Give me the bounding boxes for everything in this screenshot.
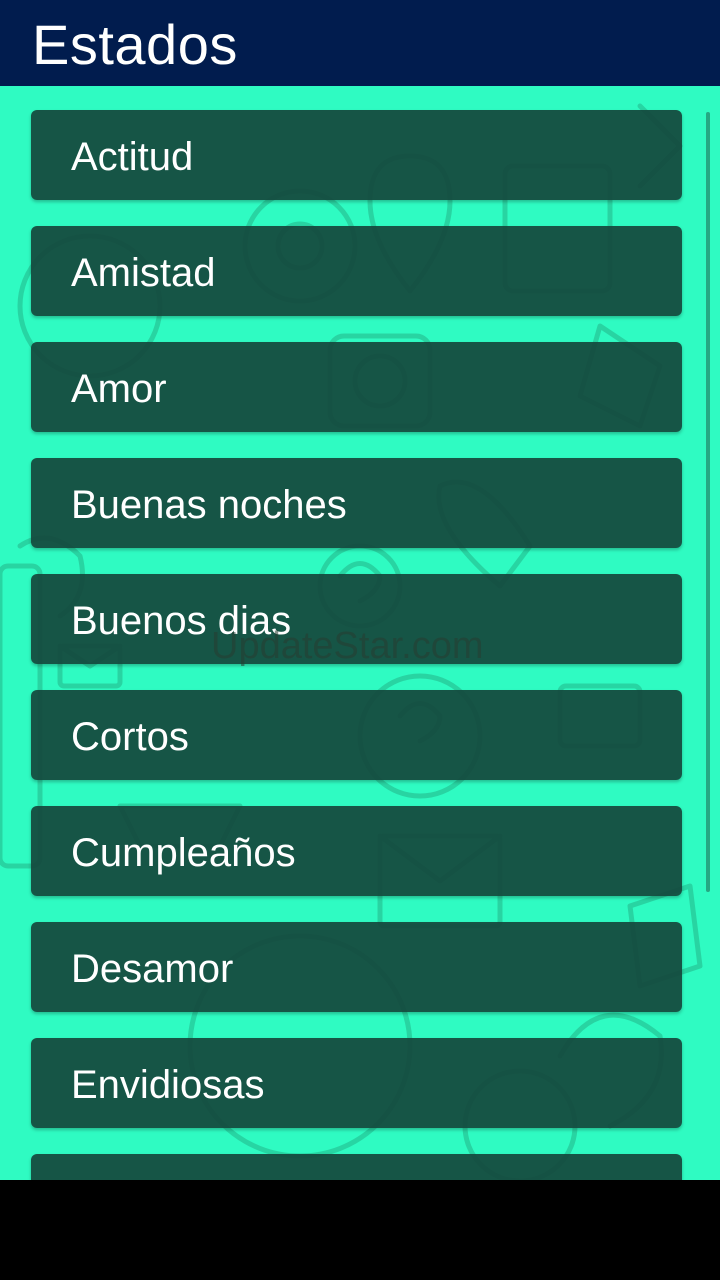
list-item[interactable]: Buenos dias — [31, 574, 682, 664]
list-item[interactable] — [31, 1154, 682, 1180]
categories-panel[interactable]: Actitud Amistad Amor Buenas noches Bueno… — [0, 86, 720, 1180]
list-item[interactable]: Envidiosas — [31, 1038, 682, 1128]
list-item-label: Actitud — [71, 135, 194, 179]
list-item-label: Amor — [71, 367, 167, 411]
list-item[interactable]: Buenas noches — [31, 458, 682, 548]
page-title: Estados — [32, 13, 238, 76]
list-item-label: Envidiosas — [71, 1063, 265, 1107]
list-item[interactable]: Cortos — [31, 690, 682, 780]
list-item-label: Cumpleaños — [71, 831, 296, 875]
list-item-label: Desamor — [71, 947, 234, 991]
list-item[interactable]: Amor — [31, 342, 682, 432]
app-screen: Estados Actitud Amistad Amor Buenas noch… — [0, 0, 720, 1280]
list-item[interactable]: Desamor — [31, 922, 682, 1012]
app-bar: Estados — [0, 0, 720, 86]
list-item-label: Cortos — [71, 715, 189, 759]
list-item[interactable]: Actitud — [31, 110, 682, 200]
list-item[interactable]: Amistad — [31, 226, 682, 316]
scrollbar[interactable] — [706, 112, 710, 892]
navigation-bar-area — [0, 1180, 720, 1280]
list-item-label: Buenas noches — [71, 483, 347, 527]
list-item-label: Amistad — [71, 251, 216, 295]
list-item-label: Buenos dias — [71, 599, 292, 643]
list-item[interactable]: Cumpleaños — [31, 806, 682, 896]
category-list: Actitud Amistad Amor Buenas noches Bueno… — [31, 110, 682, 1180]
